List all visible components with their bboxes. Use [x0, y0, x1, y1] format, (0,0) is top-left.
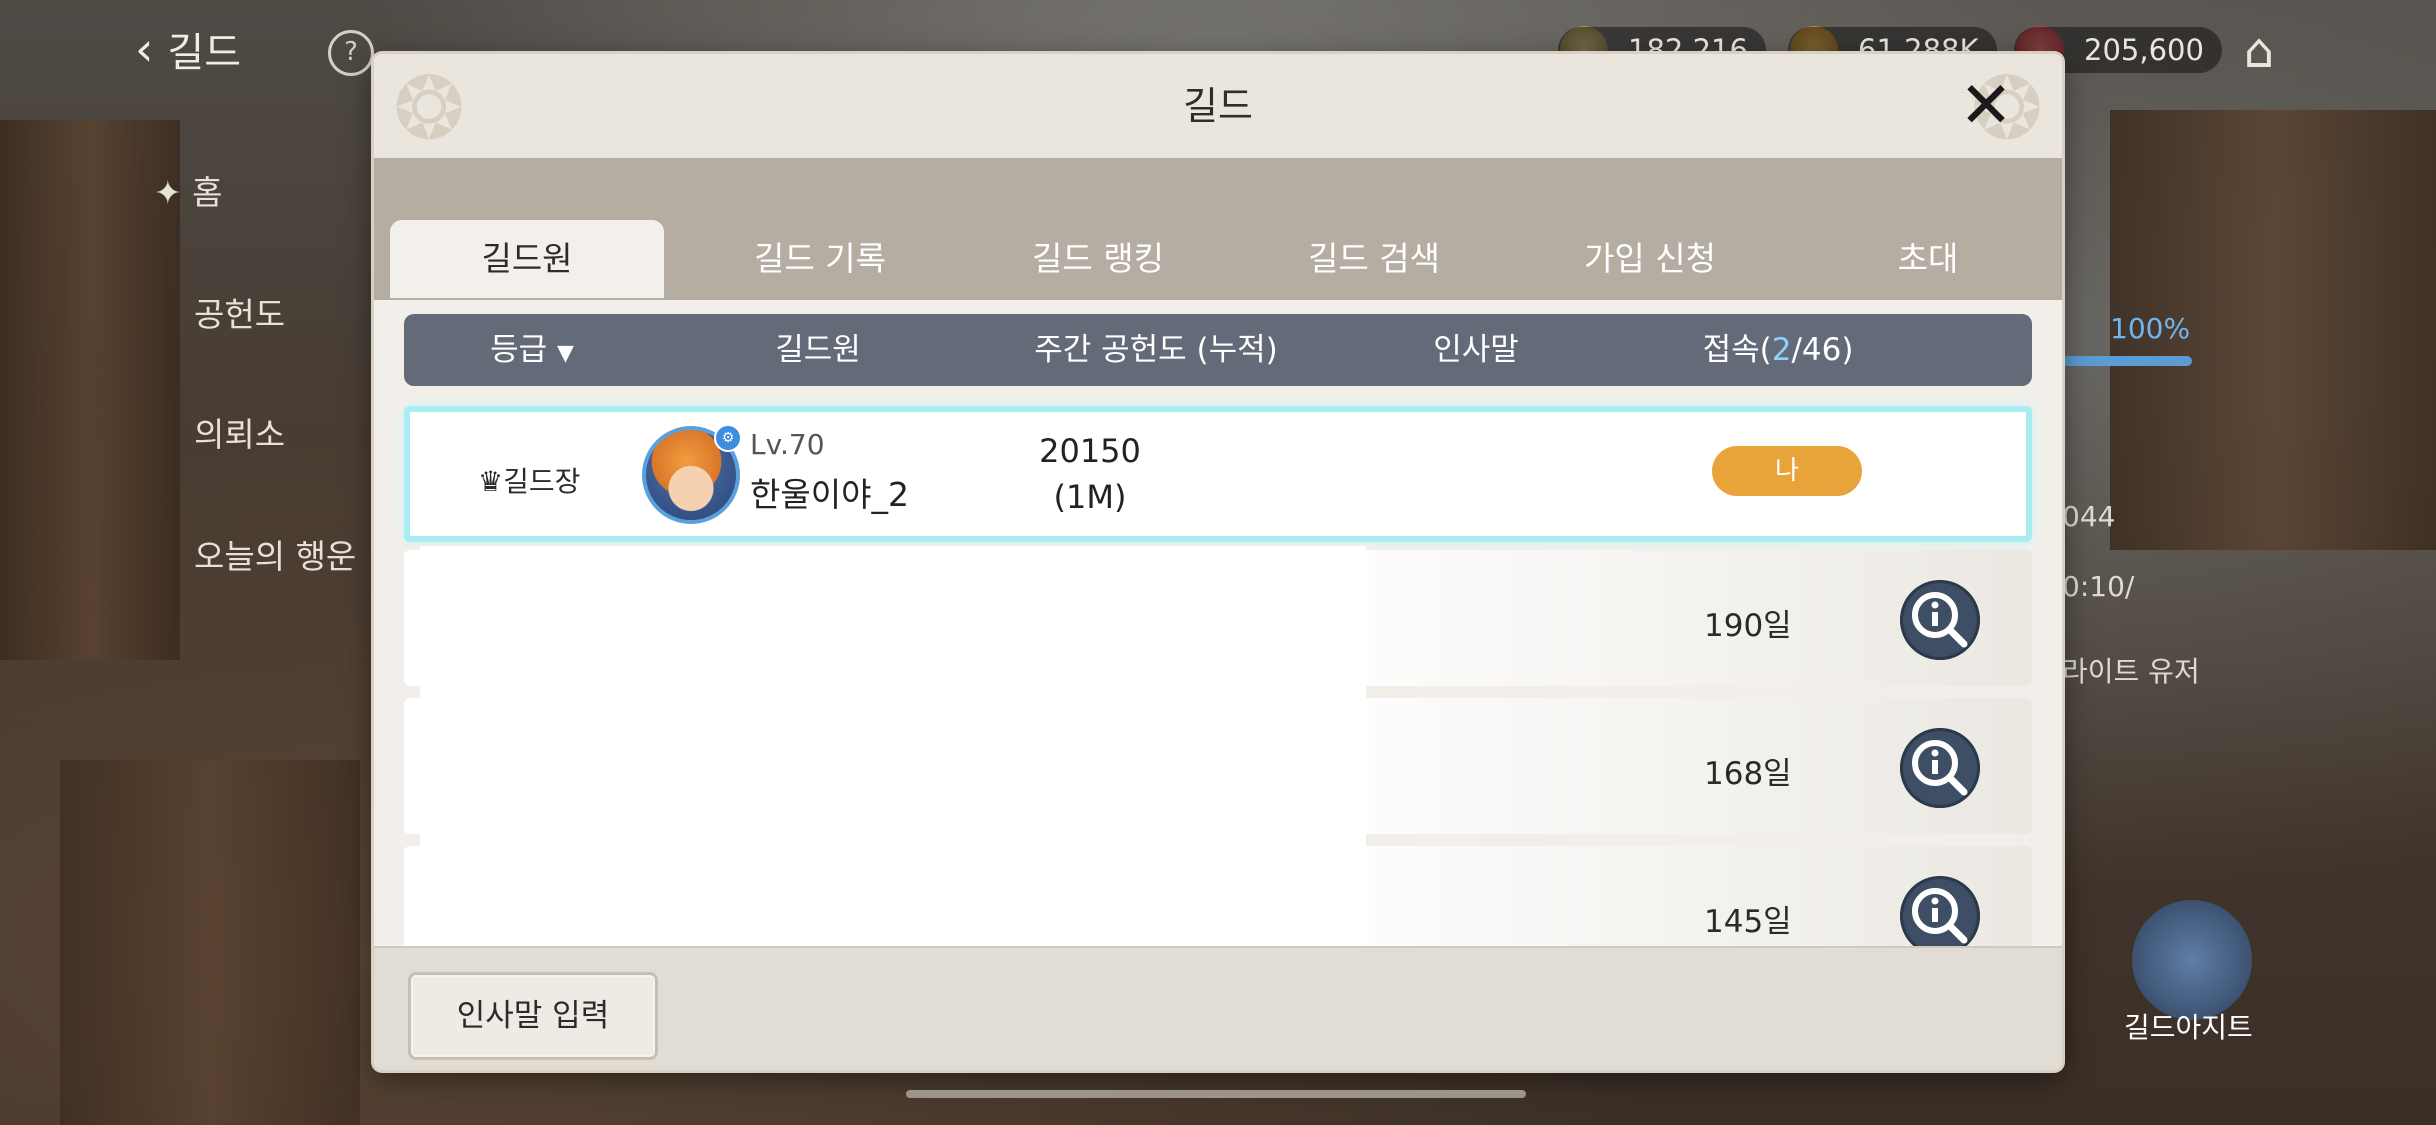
left-menu-request[interactable]: 의뢰소 — [194, 408, 285, 456]
info-search-icon[interactable] — [1900, 728, 1980, 808]
modal-title: 길드 — [374, 54, 2062, 158]
left-menu-contribution[interactable]: 공헌도 — [194, 288, 285, 336]
header-online: 접속(2/46) — [1702, 332, 1854, 368]
rank-cell: ♛길드장 — [478, 460, 580, 500]
question-icon[interactable]: ? — [328, 30, 374, 76]
members-panel: 등급 ▼ 길드원 주간 공헌도 (누적) 인사말 접속(2/46) ♛길드장 ⚙… — [374, 300, 2062, 1070]
progress-percent: 100% — [2110, 312, 2191, 345]
home-indicator[interactable] — [906, 1090, 1526, 1098]
info-search-icon[interactable] — [1900, 580, 1980, 660]
header-grade[interactable]: 등급 ▼ — [490, 314, 574, 390]
timer-text: 0:10/ — [2062, 570, 2135, 603]
left-menu-home[interactable]: ✦ 홈 — [154, 166, 223, 214]
hideout-label[interactable]: 길드아지트 — [2124, 1006, 2253, 1046]
header-member: 길드원 — [775, 332, 861, 368]
online-count: 2 — [1771, 332, 1792, 368]
chevron-left-icon: ‹ — [135, 22, 154, 76]
light-user-text: 라이트 유저 — [2062, 655, 2200, 688]
progress-bar — [2062, 356, 2192, 366]
guild-modal: 길드 ❂ ❂ ✕ 길드원 길드 기록 길드 랭킹 길드 검색 가입 신청 초대 … — [374, 54, 2062, 1070]
back-label: 길드 — [167, 30, 242, 76]
sort-down-icon: ▼ — [556, 341, 574, 366]
tab-guild-log[interactable]: 길드 기록 — [690, 220, 950, 298]
last-login-days: 145일 — [1704, 904, 1792, 940]
last-login-days: 168일 — [1704, 756, 1792, 792]
bookshelf-left — [0, 120, 180, 660]
close-icon[interactable]: ✕ — [1954, 74, 2018, 138]
back-button[interactable]: ‹ 길드 — [135, 20, 241, 78]
left-menu-fortune[interactable]: 오늘의 행운 — [194, 530, 356, 578]
celtic-knot-left-icon: ❂ — [392, 59, 466, 159]
element-badge-icon: ⚙ — [714, 424, 742, 452]
contribution-cell: 20150 (1M) — [880, 428, 1300, 520]
header-greeting: 인사말 — [1433, 332, 1519, 368]
tab-invite[interactable]: 초대 — [1798, 220, 2058, 298]
tab-bar: 길드원 길드 기록 길드 랭킹 길드 검색 가입 신청 초대 — [374, 158, 2062, 300]
tab-guild-search[interactable]: 길드 검색 — [1244, 220, 1504, 298]
crown-icon: ♛ — [478, 465, 504, 498]
hideout-emblem-icon[interactable] — [2132, 900, 2252, 1020]
info-search-icon[interactable] — [1900, 876, 1980, 956]
stat-value: 044 — [2062, 500, 2116, 533]
tab-join-requests[interactable]: 가입 신청 — [1520, 220, 1780, 298]
chair-silhouette — [60, 760, 360, 1125]
tab-members[interactable]: 길드원 — [390, 220, 664, 298]
last-login-days: 190일 — [1704, 608, 1792, 644]
member-level: Lv.70 — [750, 428, 825, 461]
me-status-badge: 나 — [1712, 446, 1862, 496]
redacted-area — [420, 546, 1366, 962]
weekly-contribution-value: 20150 — [1039, 432, 1141, 470]
tab-guild-ranking[interactable]: 길드 랭킹 — [968, 220, 1228, 298]
home-icon[interactable]: ⌂ — [2232, 24, 2286, 78]
member-row-me[interactable]: ♛길드장 ⚙ Lv.70 한울이야_2 20150 (1M) 나 — [404, 406, 2032, 542]
table-header: 등급 ▼ 길드원 주간 공헌도 (누적) 인사말 접속(2/46) — [404, 314, 2032, 386]
header-weekly-contribution: 주간 공헌도 (누적) — [1034, 332, 1278, 368]
modal-footer: 인사말 입력 — [374, 946, 2062, 1070]
rank-label: 길드장 — [503, 465, 581, 498]
greeting-input-button[interactable]: 인사말 입력 — [408, 972, 658, 1060]
total-contribution-value: (1M) — [1053, 478, 1127, 516]
